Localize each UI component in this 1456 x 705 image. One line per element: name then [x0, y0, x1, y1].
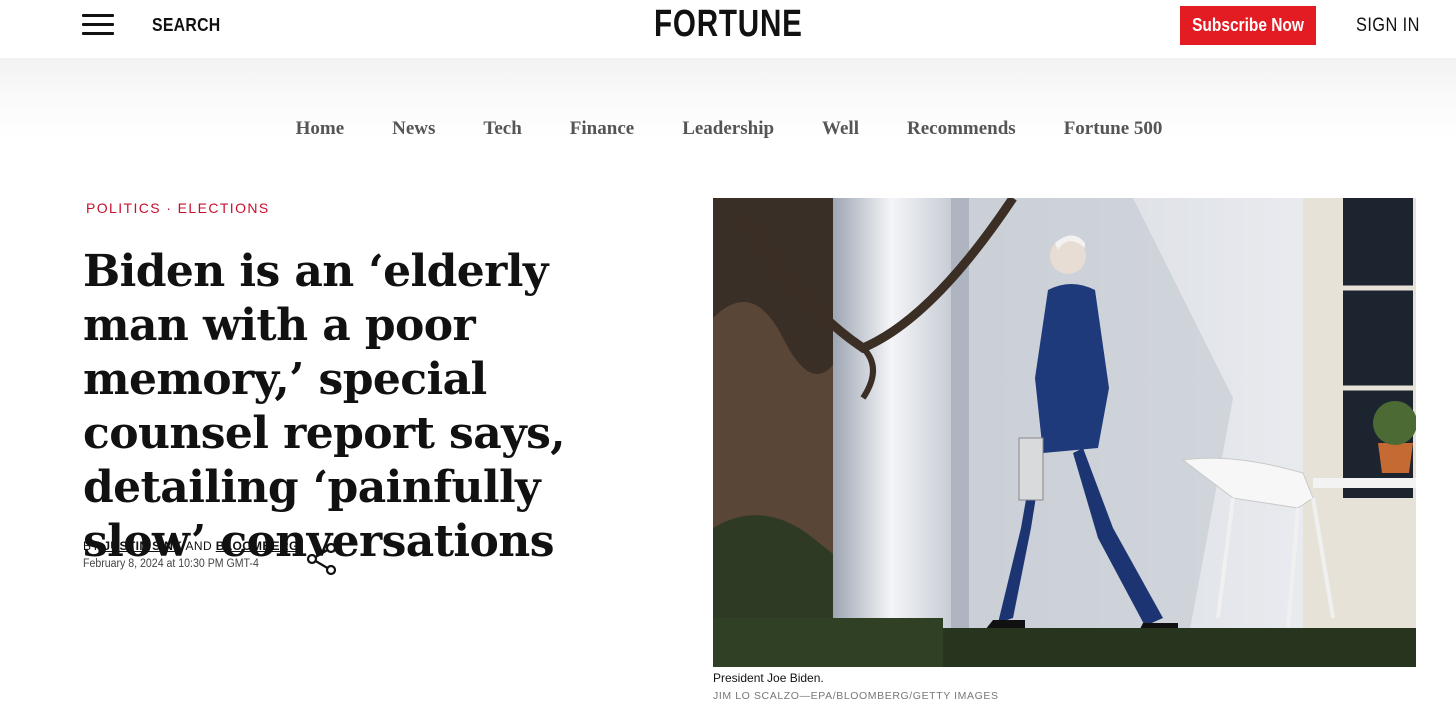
nav-item-finance[interactable]: Finance	[570, 118, 634, 140]
nav-item-fortune-500[interactable]: Fortune 500	[1064, 118, 1163, 140]
byline: BY JUSTIN SINK AND BLOOMBERG	[83, 539, 299, 553]
top-bar: SEARCH FORTUNE Subscribe Now SIGN IN	[0, 0, 1456, 58]
photo-caption: President Joe Biden.	[713, 671, 824, 685]
nav-item-tech[interactable]: Tech	[483, 118, 521, 140]
kicker-elections-link[interactable]: ELECTIONS	[178, 200, 270, 216]
subscribe-button[interactable]: Subscribe Now	[1180, 6, 1316, 45]
nav-item-well[interactable]: Well	[822, 118, 859, 140]
article-headline: Biden is an ‘elderly man with a poor mem…	[83, 246, 566, 567]
photo-credit: JIM LO SCALZO—EPA/BLOOMBERG/GETTY IMAGES	[713, 690, 999, 702]
nav-item-leadership[interactable]: Leadership	[682, 118, 774, 140]
article-kicker: POLITICS · ELECTIONS	[86, 200, 270, 216]
nav-item-recommends[interactable]: Recommends	[907, 118, 1016, 140]
author-link-justin-sink[interactable]: JUSTIN SINK	[103, 539, 182, 553]
author-link-bloomberg[interactable]: BLOOMBERG	[216, 539, 299, 553]
share-icon[interactable]	[306, 542, 338, 576]
nav-item-news[interactable]: News	[392, 118, 435, 140]
kicker-politics-link[interactable]: POLITICS	[86, 200, 161, 216]
byline-prefix: BY	[83, 539, 100, 553]
main-nav: Home News Tech Finance Leadership Well R…	[0, 118, 1456, 140]
publish-date: February 8, 2024 at 10:30 PM GMT-4	[83, 558, 259, 570]
kicker-separator: ·	[161, 200, 178, 216]
sign-in-link[interactable]: SIGN IN	[1356, 15, 1420, 37]
byline-conjunction: AND	[185, 539, 213, 553]
lead-photo	[713, 198, 1416, 667]
nav-item-home[interactable]: Home	[296, 118, 345, 140]
